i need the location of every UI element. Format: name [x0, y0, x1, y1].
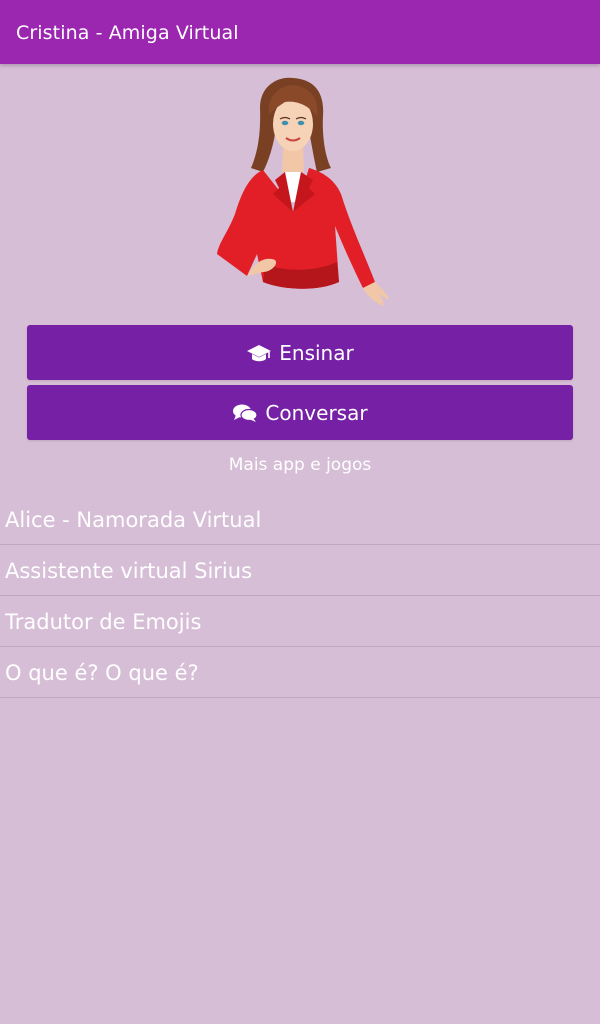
list-item-alice[interactable]: Alice - Namorada Virtual — [0, 494, 600, 545]
list-item-sirius[interactable]: Assistente virtual Sirius — [0, 545, 600, 596]
more-apps-heading: Mais app e jogos — [228, 455, 372, 475]
app-title: Cristina - Amiga Virtual — [16, 22, 239, 44]
app-bar: Cristina - Amiga Virtual — [0, 0, 600, 64]
avatar-image — [217, 77, 389, 306]
teach-button[interactable]: Ensinar — [27, 325, 573, 380]
more-apps-list: Alice - Namorada Virtual Assistente virt… — [0, 494, 600, 698]
list-item-emoji-translator[interactable]: Tradutor de Emojis — [0, 596, 600, 647]
teach-button-label: Ensinar — [279, 340, 354, 365]
graduation-cap-icon — [246, 343, 272, 363]
chat-button-label: Conversar — [265, 400, 368, 425]
chat-bubbles-icon — [232, 403, 259, 423]
chat-button[interactable]: Conversar — [27, 385, 573, 440]
list-item-riddles[interactable]: O que é? O que é? — [0, 647, 600, 698]
